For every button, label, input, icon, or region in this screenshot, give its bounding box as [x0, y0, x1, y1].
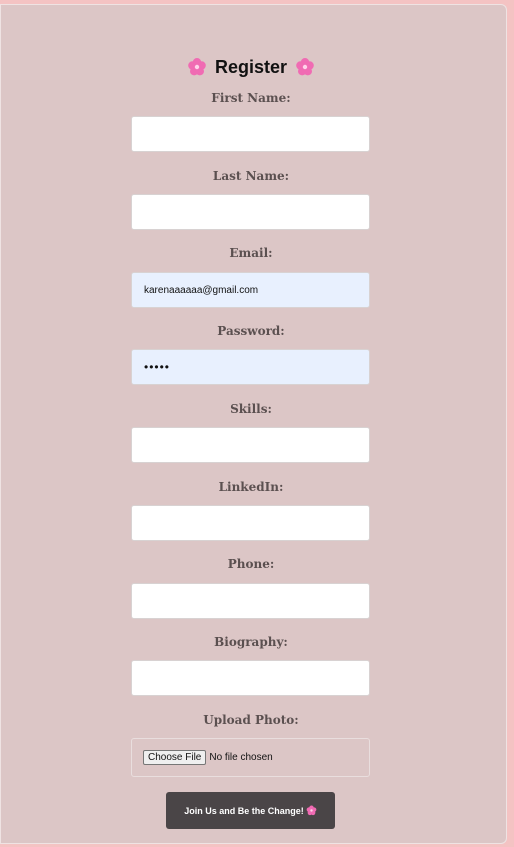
first-name-field[interactable] [131, 116, 370, 152]
join-submit-button[interactable]: Join Us and Be the Change! [166, 792, 335, 829]
flower-icon [188, 58, 206, 76]
skills-label: Skills: [230, 402, 272, 416]
last-name-label: Last Name: [212, 169, 290, 183]
upload-photo-label: Upload Photo: [203, 713, 299, 727]
biography-label: Biography: [214, 635, 288, 649]
linkedin-field[interactable] [131, 505, 370, 541]
first-name-label: First Name: [211, 91, 291, 105]
phone-field[interactable] [131, 583, 370, 619]
phone-label: Phone: [227, 557, 275, 571]
photo-upload-input[interactable]: Choose File No file chosen [131, 738, 370, 777]
email-field[interactable] [131, 272, 370, 308]
last-name-field[interactable] [131, 194, 370, 230]
form-header: Register [0, 52, 502, 82]
register-card: Register First Name: Last Name: Email: P… [0, 4, 507, 844]
submit-label: Join Us and Be the Change! [184, 805, 304, 816]
email-label: Email: [229, 246, 273, 260]
password-label: Password: [217, 324, 285, 338]
flower-icon [306, 805, 317, 816]
choose-file-button[interactable]: Choose File [143, 750, 207, 765]
form-title: Register [214, 57, 288, 77]
file-status-text: No file chosen [209, 752, 273, 763]
password-field[interactable] [131, 349, 370, 385]
page: Register First Name: Last Name: Email: P… [0, 0, 514, 847]
flower-icon [296, 58, 314, 76]
linkedin-label: LinkedIn: [218, 480, 284, 494]
biography-field[interactable] [131, 660, 370, 696]
skills-field[interactable] [131, 427, 370, 463]
